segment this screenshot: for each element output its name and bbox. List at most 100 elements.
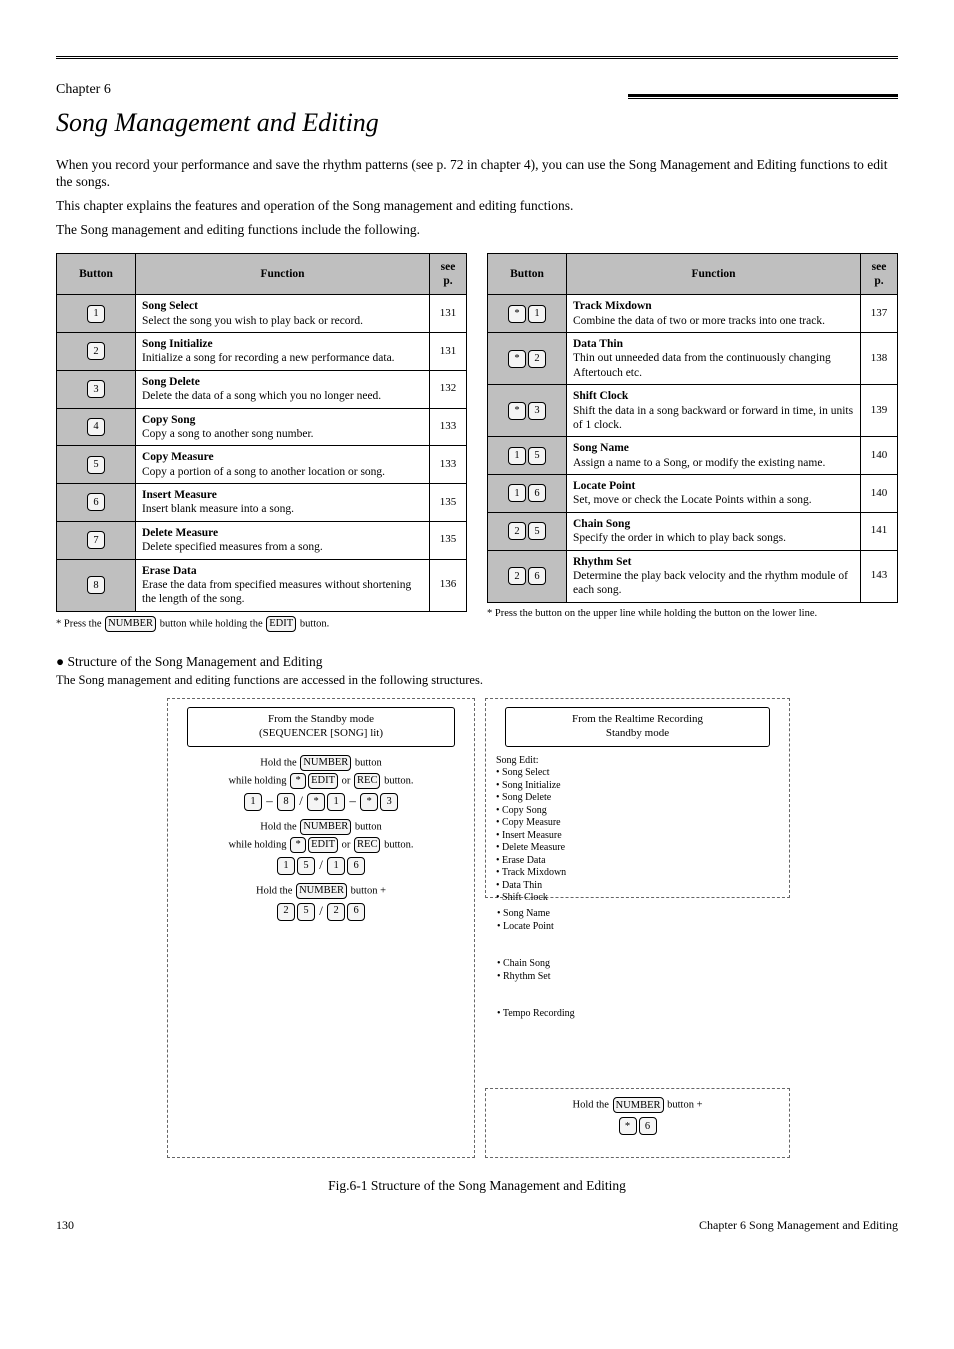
table-row: 1 Song SelectSelect the song you wish to … [57, 295, 467, 333]
keycap-icon: 1 [508, 447, 526, 465]
page-ref-cell: 132 [430, 370, 467, 408]
keycap-icon: 6 [87, 493, 105, 511]
table-row: *2Data ThinThin out unneeded data from t… [488, 333, 898, 385]
function-cell: Copy MeasureCopy a portion of a song to … [136, 446, 430, 484]
intro-paragraphs: When you record your performance and sav… [56, 157, 898, 239]
keycap-icon: * [508, 402, 526, 420]
function-cell: Copy SongCopy a song to another song num… [136, 408, 430, 446]
function-title: Data Thin [573, 337, 854, 351]
button-cell: 2 [57, 333, 136, 371]
function-cell: Song SelectSelect the song you wish to p… [136, 295, 430, 333]
button-cell: 15 [488, 437, 567, 475]
page-ref-cell: 131 [430, 295, 467, 333]
function-title: Chain Song [573, 517, 854, 531]
function-cell: Shift ClockShift the data in a song back… [567, 385, 861, 437]
page-ref-cell: 140 [861, 437, 898, 475]
table-row: 5 Copy MeasureCopy a portion of a song to… [57, 446, 467, 484]
function-desc: Select the song you wish to play back or… [142, 314, 423, 328]
key-edit-icon-1: EDIT [308, 773, 338, 789]
keycap-icon: 1 [87, 305, 105, 323]
page-number: 130 [56, 1218, 74, 1233]
keycap-icon: 3 [87, 380, 105, 398]
figure-caption: Fig.6-1 Structure of the Song Management… [56, 1178, 898, 1195]
th-function-l: Function [136, 253, 430, 295]
function-cell: Rhythm SetDetermine the play back veloci… [567, 550, 861, 602]
chapter-header-row: Chapter 6 [56, 81, 898, 99]
function-desc: Erase the data from specified measures w… [142, 578, 423, 607]
function-cell: Delete MeasureDelete specified measures … [136, 521, 430, 559]
key-rec-icon-1: REC [354, 773, 380, 789]
function-cell: Erase DataErase the data from specified … [136, 559, 430, 611]
function-cell: Data ThinThin out unneeded data from the… [567, 333, 861, 385]
key-number-icon-4: NUMBER [613, 1097, 664, 1113]
function-desc: Specify the order in which to play back … [573, 531, 854, 545]
keycap-icon: 2 [87, 342, 105, 360]
chapter-title: Song Management and Editing [56, 107, 898, 140]
keycap-icon: 7 [87, 531, 105, 549]
fig-left-block-1: Hold the NUMBER button while holding *ED… [168, 755, 474, 811]
fig-left-keys-2: 15 / 16 [168, 857, 474, 875]
function-title: Locate Point [573, 479, 854, 493]
chapter-header-ornament [628, 94, 898, 99]
function-desc: Assign a name to a Song, or modify the e… [573, 456, 854, 470]
feature-tables: Button Function see p. 1 Song SelectSelec… [56, 253, 898, 632]
button-cell: 1 [57, 295, 136, 333]
keycap-icon: 5 [528, 522, 546, 540]
keycap-icon: 2 [508, 522, 526, 540]
key-edit-icon-2: EDIT [308, 837, 338, 853]
page-ref-cell: 137 [861, 295, 898, 333]
fig-right-keys: *6 [486, 1117, 789, 1135]
function-cell: Track MixdownCombine the data of two or … [567, 295, 861, 333]
table-row: 4Copy SongCopy a song to another song nu… [57, 408, 467, 446]
keycap-icon: 1 [528, 305, 546, 323]
function-desc: Copy a portion of a song to another loca… [142, 465, 423, 479]
function-title: Song Name [573, 441, 854, 455]
th-function-r: Function [567, 253, 861, 295]
keycap-icon: 1 [508, 484, 526, 502]
th-page-l: see p. [430, 253, 467, 295]
table-row: *3Shift ClockShift the data in a song ba… [488, 385, 898, 437]
function-title: Copy Song [142, 413, 423, 427]
function-title: Song Initialize [142, 337, 423, 351]
button-cell: 4 [57, 408, 136, 446]
key-number-icon-1: NUMBER [300, 755, 351, 771]
th-button-l: Button [57, 253, 136, 295]
page-ref-cell: 136 [430, 559, 467, 611]
function-desc: Delete the data of a song which you no l… [142, 389, 423, 403]
chapter-number: Chapter 6 [56, 81, 111, 99]
page: Chapter 6 Song Management and Editing Wh… [0, 0, 954, 1251]
function-desc: Thin out unneeded data from the continuo… [573, 351, 854, 380]
keycap-icon: 6 [528, 567, 546, 585]
table-row: *1Track MixdownCombine the data of two o… [488, 295, 898, 333]
function-cell: Song DeleteDelete the data of a song whi… [136, 370, 430, 408]
footer-chapter-ref: Chapter 6 Song Management and Editing [699, 1218, 898, 1233]
function-cell: Chain SongSpecify the order in which to … [567, 512, 861, 550]
fig-right-list-4: • Tempo Recording [497, 1008, 777, 1021]
page-ref-cell: 135 [430, 521, 467, 559]
function-desc: Delete specified measures from a song. [142, 540, 423, 554]
fig-right-top-panel: From the Realtime Recording Standby mode… [485, 698, 790, 898]
table-row: 15 Song NameAssign a name to a Song, or m… [488, 437, 898, 475]
left-feature-table: Button Function see p. 1 Song SelectSelec… [56, 253, 467, 612]
key-star-icon: * [290, 773, 306, 789]
figure-6-1: From the Standby mode (SEQUENCER [SONG] … [167, 698, 787, 1168]
page-ref-cell: 139 [861, 385, 898, 437]
function-title: Copy Measure [142, 450, 423, 464]
key-edit-foot: EDIT [266, 616, 296, 632]
function-title: Shift Clock [573, 389, 854, 403]
page-ref-cell: 143 [861, 550, 898, 602]
th-page-r: see p. [861, 253, 898, 295]
structure-note: The Song management and editing function… [56, 673, 898, 689]
function-title: Insert Measure [142, 488, 423, 502]
page-ref-cell: 133 [430, 408, 467, 446]
left-table-wrap: Button Function see p. 1 Song SelectSelec… [56, 253, 467, 632]
fig-left-block-2: Hold the NUMBER button while holding *ED… [168, 819, 474, 875]
keycap-icon: 5 [87, 456, 105, 474]
fig-left-keys-1: 1 – 8 / *1 – *3 [168, 793, 474, 811]
button-cell: *2 [488, 333, 567, 385]
button-cell: 8 [57, 559, 136, 611]
key-number-foot: NUMBER [105, 616, 156, 632]
function-title: Track Mixdown [573, 299, 854, 313]
top-horizontal-rule [56, 56, 898, 59]
function-cell: Insert MeasureInsert blank measure into … [136, 484, 430, 522]
